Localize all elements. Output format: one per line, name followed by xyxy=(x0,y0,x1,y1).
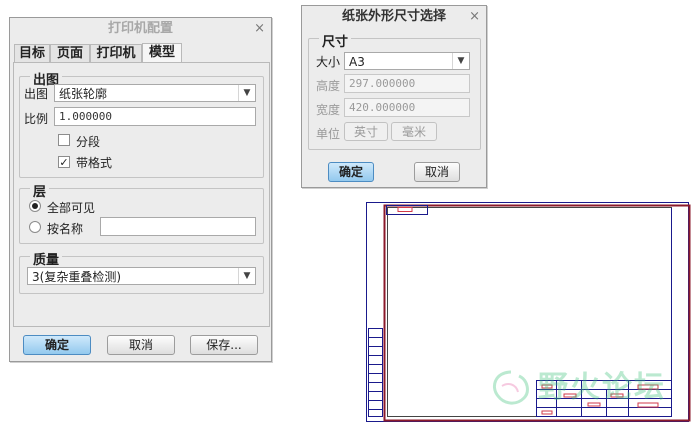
drawing-number-mark xyxy=(397,207,413,212)
quality-select-value: 3(复杂重叠检测) xyxy=(32,270,121,284)
quality-group-legend: 质量 xyxy=(30,249,63,268)
tab-target[interactable]: 目标 xyxy=(14,44,50,62)
size-group-legend: 尺寸 xyxy=(319,31,352,50)
by-name-radio[interactable] xyxy=(29,221,41,233)
height-input: 297.000000 xyxy=(344,74,470,93)
segment-checkbox[interactable] xyxy=(58,134,70,146)
radio-selected-dot xyxy=(32,203,38,209)
unit-inch-button: 英寸 xyxy=(344,122,388,141)
tab-page[interactable]: 页面 xyxy=(50,44,90,62)
segment-label: 分段 xyxy=(76,135,101,149)
layer-name-input[interactable] xyxy=(100,217,256,236)
unit-mm-button: 毫米 xyxy=(391,122,437,141)
height-label: 高度 xyxy=(316,79,341,93)
ok-button[interactable]: 确定 xyxy=(23,335,91,355)
paper-size-select[interactable]: A3 ▼ xyxy=(344,52,470,70)
all-visible-label: 全部可见 xyxy=(47,201,96,215)
all-visible-radio[interactable] xyxy=(29,200,41,212)
save-button[interactable]: 保存... xyxy=(190,335,258,355)
forum-logo-icon xyxy=(493,370,529,405)
scale-label: 比例 xyxy=(24,112,49,126)
output-label: 出图 xyxy=(24,87,49,101)
scale-input[interactable]: 1.000000 xyxy=(54,107,256,126)
watermark-text: 野火论坛 xyxy=(538,370,666,405)
output-select[interactable]: 纸张轮廓 ▼ xyxy=(54,84,256,102)
dialog-title: 纸张外形尺寸选择 xyxy=(341,9,446,24)
by-name-label: 按名称 xyxy=(47,222,84,236)
quality-select[interactable]: 3(复杂重叠检测) ▼ xyxy=(27,267,256,285)
cancel-button[interactable]: 取消 xyxy=(107,335,175,355)
tab-bar: 目标 页面 打印机 模型 xyxy=(14,43,264,64)
printer-config-dialog: 打印机配置 × 目标 页面 打印机 模型 出图 出图 纸张轮廓 ▼ 比例 1.0… xyxy=(9,17,272,362)
chevron-down-icon[interactable]: ▼ xyxy=(238,85,255,101)
paper-size-dialog: 纸张外形尺寸选择 × 尺寸 大小 A3 ▼ 高度 297.000000 宽度 4… xyxy=(301,5,487,188)
close-icon[interactable]: × xyxy=(254,18,265,40)
printer-config-titlebar: 打印机配置 × xyxy=(10,18,271,40)
layer-group-legend: 层 xyxy=(30,181,50,200)
cancel-button[interactable]: 取消 xyxy=(414,162,460,182)
unit-label: 单位 xyxy=(316,127,341,141)
width-input: 420.000000 xyxy=(344,98,470,117)
dialog-title: 打印机配置 xyxy=(107,21,173,36)
drawing-number-box xyxy=(386,205,428,215)
tab-printer[interactable]: 打印机 xyxy=(90,44,142,62)
format-label: 带格式 xyxy=(76,156,113,170)
size-label: 大小 xyxy=(316,55,341,69)
tab-model[interactable]: 模型 xyxy=(142,43,182,63)
width-label: 宽度 xyxy=(316,103,341,117)
output-select-value: 纸张轮廓 xyxy=(59,87,108,101)
paper-size-titlebar: 纸张外形尺寸选择 × xyxy=(302,6,486,28)
close-icon[interactable]: × xyxy=(469,6,480,28)
left-revision-column xyxy=(368,328,383,417)
ok-button[interactable]: 确定 xyxy=(328,162,374,182)
chevron-down-icon[interactable]: ▼ xyxy=(452,53,469,69)
chevron-down-icon[interactable]: ▼ xyxy=(238,268,255,284)
format-checkbox[interactable]: ✓ xyxy=(58,156,70,169)
paper-size-value: A3 xyxy=(349,55,365,69)
